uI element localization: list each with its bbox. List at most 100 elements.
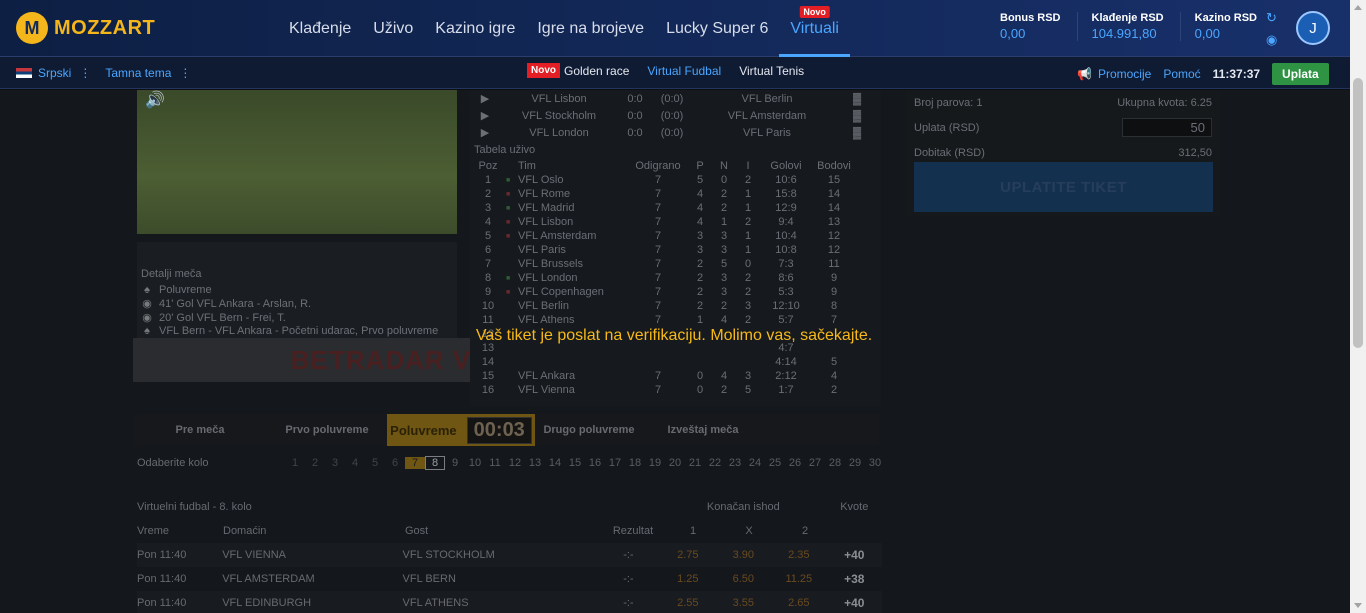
round-28[interactable]: 28	[825, 457, 845, 469]
deposit-button[interactable]: Uplata	[1272, 63, 1329, 85]
page-scrollbar[interactable]	[1350, 0, 1366, 613]
round-13[interactable]: 13	[525, 457, 545, 469]
promo-link[interactable]: 📢 Promocije	[1077, 67, 1151, 81]
round-10[interactable]: 10	[465, 457, 485, 469]
standings-cell: 4	[720, 370, 728, 382]
odd-x[interactable]: 3.55	[716, 597, 771, 609]
fixture-result: -:-	[623, 549, 634, 561]
round-29[interactable]: 29	[845, 457, 865, 469]
round-11[interactable]: 11	[485, 457, 505, 469]
odd-x[interactable]: 3.90	[716, 549, 771, 561]
standings-cell: 3	[720, 286, 728, 298]
theme-select[interactable]: Tamna tema	[105, 66, 171, 80]
nav-item-label: Lucky Super 6	[666, 20, 769, 37]
sub-tab-label: Golden race	[564, 63, 630, 78]
standings-header-cell: P	[696, 160, 704, 172]
balance-0[interactable]: Bonus RSD 0,00	[1000, 12, 1078, 41]
more-odds[interactable]: +40	[827, 548, 882, 562]
odd-1[interactable]: 1.25	[660, 573, 715, 585]
sub-tab-1[interactable]: Virtual Fudbal	[647, 64, 721, 78]
round-12[interactable]: 12	[505, 457, 525, 469]
round-14[interactable]: 14	[545, 457, 565, 469]
standings-header: Poz Tim Odigrano P N I Golovi Bodovi	[470, 159, 881, 173]
round-6[interactable]: 6	[385, 457, 405, 469]
stats-icon[interactable]: ▓	[842, 93, 872, 105]
nav-item-2[interactable]: Kazino igre	[424, 0, 526, 57]
logo[interactable]: M MOZZART	[16, 12, 155, 44]
round-17[interactable]: 17	[605, 457, 625, 469]
nav-item-1[interactable]: Uživo	[362, 0, 424, 57]
fixture-row[interactable]: Pon 11:40 VFL AMSTERDAM VFL BERN -:- 1.25 6.5…	[137, 567, 882, 591]
standings-cell: 7	[654, 314, 662, 326]
more-odds[interactable]: +38	[827, 572, 882, 586]
refresh-icon[interactable]: ↻	[1266, 10, 1280, 26]
avatar[interactable]: J	[1296, 11, 1330, 45]
theme-menu-icon[interactable]: ⋮	[179, 66, 191, 80]
round-4[interactable]: 4	[345, 457, 365, 469]
play-icon[interactable]: ▶	[470, 109, 500, 122]
round-23[interactable]: 23	[725, 457, 745, 469]
promo-label: Promocije	[1097, 67, 1152, 81]
round-5[interactable]: 5	[365, 457, 385, 469]
stake-input[interactable]: 50	[1122, 118, 1212, 137]
odd-1[interactable]: 2.75	[660, 549, 715, 561]
help-link[interactable]: Pomoć	[1163, 67, 1200, 81]
language-select[interactable]: Srpski	[38, 66, 71, 80]
fixture-row[interactable]: Pon 11:40 VFL VIENNA VFL STOCKHOLM -:- 2.75 3…	[137, 543, 882, 567]
nav-item-5[interactable]: Virtuali Novo	[779, 0, 850, 57]
round-22[interactable]: 22	[705, 457, 725, 469]
volume-icon[interactable]: 🔊	[145, 90, 165, 110]
round-1[interactable]: 1	[285, 457, 305, 469]
nav-item-0[interactable]: Klađenje	[278, 0, 362, 57]
round-16[interactable]: 16	[585, 457, 605, 469]
stats-icon[interactable]: ▓	[842, 127, 872, 139]
fixture-time: Pon 11:40	[137, 573, 187, 585]
scroll-up-icon[interactable]	[1354, 5, 1362, 10]
more-odds[interactable]: +40	[827, 596, 882, 610]
sub-tab-2[interactable]: Virtual Tenis	[739, 64, 804, 78]
nav-item-3[interactable]: Igre na brojeve	[526, 0, 655, 57]
round-25[interactable]: 25	[765, 457, 785, 469]
balance-2[interactable]: Kazino RSD 0,00	[1195, 12, 1273, 41]
standings-cell: 2	[744, 286, 752, 298]
round-15[interactable]: 15	[565, 457, 585, 469]
odd-2[interactable]: 2.65	[771, 597, 826, 609]
round-27[interactable]: 27	[805, 457, 825, 469]
round-2[interactable]: 2	[305, 457, 325, 469]
fixture-row[interactable]: Pon 11:40 VFL EDINBURGH VFL ATHENS -:- 2.55 3…	[137, 591, 882, 613]
round-18[interactable]: 18	[625, 457, 645, 469]
standings-row: 7 VFL Brussels 7 2 5 0 7:3 11	[470, 257, 881, 271]
round-7[interactable]: 7	[405, 457, 425, 469]
play-icon[interactable]: ▶	[470, 92, 500, 105]
round-8[interactable]: 8	[425, 456, 445, 470]
sub-tab-0[interactable]: Novo Golden race	[527, 63, 629, 78]
h2h-row: ▶ VFL Lisbon 0:0 (0:0) VFL Berlin ▓	[470, 90, 881, 107]
round-30[interactable]: 30	[865, 457, 885, 469]
odd-x[interactable]: 6.50	[716, 573, 771, 585]
round-3[interactable]: 3	[325, 457, 345, 469]
standings-cell: 7	[654, 370, 662, 382]
round-24[interactable]: 24	[745, 457, 765, 469]
language-menu-icon[interactable]: ⋮	[79, 66, 91, 80]
fixtures-column-headers: Vreme Domaćin Gost Rezultat 1 X 2	[137, 519, 882, 543]
play-icon[interactable]: ▶	[470, 126, 500, 139]
pay-ticket-button[interactable]: UPLATITE TIKET	[914, 162, 1213, 212]
balance-1[interactable]: Klađenje RSD 104.991,80	[1092, 12, 1181, 41]
nav-item-4[interactable]: Lucky Super 6	[655, 0, 779, 57]
scrollbar-thumb[interactable]	[1353, 78, 1363, 348]
standings-cell: 5	[744, 384, 752, 396]
scroll-down-icon[interactable]	[1354, 603, 1362, 608]
round-21[interactable]: 21	[685, 457, 705, 469]
odd-2[interactable]: 2.35	[771, 549, 826, 561]
stats-icon[interactable]: ▓	[842, 110, 872, 122]
round-26[interactable]: 26	[785, 457, 805, 469]
round-19[interactable]: 19	[645, 457, 665, 469]
live-video[interactable]: 🔊	[137, 90, 457, 234]
odd-1[interactable]: 2.55	[660, 597, 715, 609]
round-20[interactable]: 20	[665, 457, 685, 469]
standings-cell: 1:7	[778, 384, 794, 396]
odd-2[interactable]: 11.25	[771, 573, 826, 585]
fixtures-column-header: Rezultat	[612, 525, 654, 537]
round-9[interactable]: 9	[445, 457, 465, 469]
eye-icon[interactable]: ◉	[1266, 32, 1280, 48]
